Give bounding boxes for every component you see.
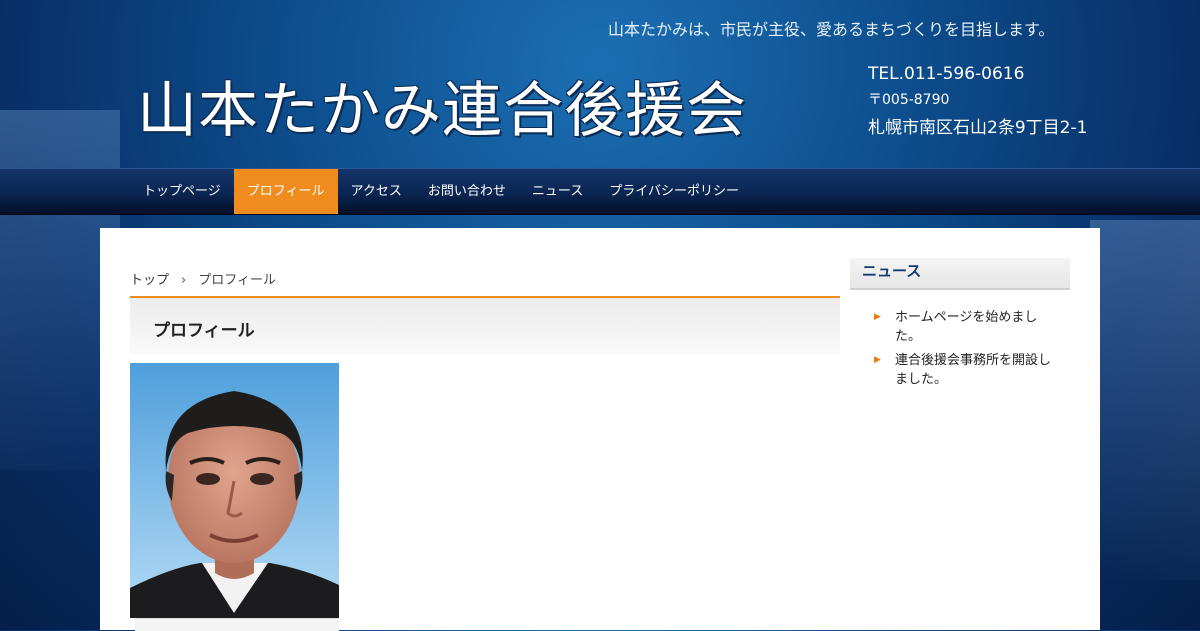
site-title[interactable]: 山本たかみ連合後援会 [137, 62, 747, 149]
triangle-bullet-icon: ▶ [874, 355, 881, 365]
global-nav: トップページ プロフィール アクセス お問い合わせ ニュース プライバシーポリシ… [0, 168, 1200, 215]
breadcrumb-current: プロフィール [198, 273, 276, 288]
contact-address: 札幌市南区石山2条9丁目2-1 [868, 118, 1088, 138]
news-list: ▶ ホームページを始めました。 ▶ 連合後援会事務所を開設しました。 [874, 308, 1060, 394]
nav-item-top[interactable]: トップページ [130, 169, 234, 214]
news-item[interactable]: ▶ 連合後援会事務所を開設しました。 [874, 351, 1060, 389]
nav-item-contact[interactable]: お問い合わせ [415, 169, 519, 214]
page-title-box: プロフィール [130, 296, 840, 354]
breadcrumb-separator: › [181, 273, 187, 288]
content-panel: トップ › プロフィール プロフィール ニュース ▶ ホームページを始めました。… [100, 228, 1100, 631]
nav-item-access[interactable]: アクセス [338, 169, 415, 214]
nav-item-news[interactable]: ニュース [519, 169, 596, 214]
contact-zip: 〒005-8790 [868, 92, 950, 108]
photo-caption-strip [135, 618, 339, 631]
contact-tel: TEL.011-596-0616 [868, 64, 1025, 84]
background-decoration-right [1090, 220, 1200, 580]
page-title: プロフィール [153, 321, 255, 341]
sidebar-news-title: ニュース [862, 262, 922, 280]
site-tagline: 山本たかみは、市民が主役、愛あるまちづくりを目指します。 [608, 20, 1055, 39]
site-header: 山本たかみは、市民が主役、愛あるまちづくりを目指します。 山本たかみ連合後援会 … [0, 0, 1200, 168]
triangle-bullet-icon: ▶ [874, 312, 881, 322]
nav-item-profile[interactable]: プロフィール [233, 169, 338, 214]
contact-info: TEL.011-596-0616 〒005-8790 札幌市南区石山2条9丁目2… [868, 64, 1087, 138]
breadcrumb-home-link[interactable]: トップ [130, 273, 169, 288]
nav-item-privacy[interactable]: プライバシーポリシー [596, 169, 752, 214]
profile-photo [130, 363, 339, 618]
news-item-text: ホームページを始めました。 [895, 310, 1038, 344]
news-item-text: 連合後援会事務所を開設しました。 [895, 353, 1052, 387]
portrait-image [130, 363, 339, 618]
news-item[interactable]: ▶ ホームページを始めました。 [874, 308, 1060, 346]
sidebar-news-header: ニュース [850, 258, 1070, 290]
breadcrumb: トップ › プロフィール [130, 269, 276, 288]
